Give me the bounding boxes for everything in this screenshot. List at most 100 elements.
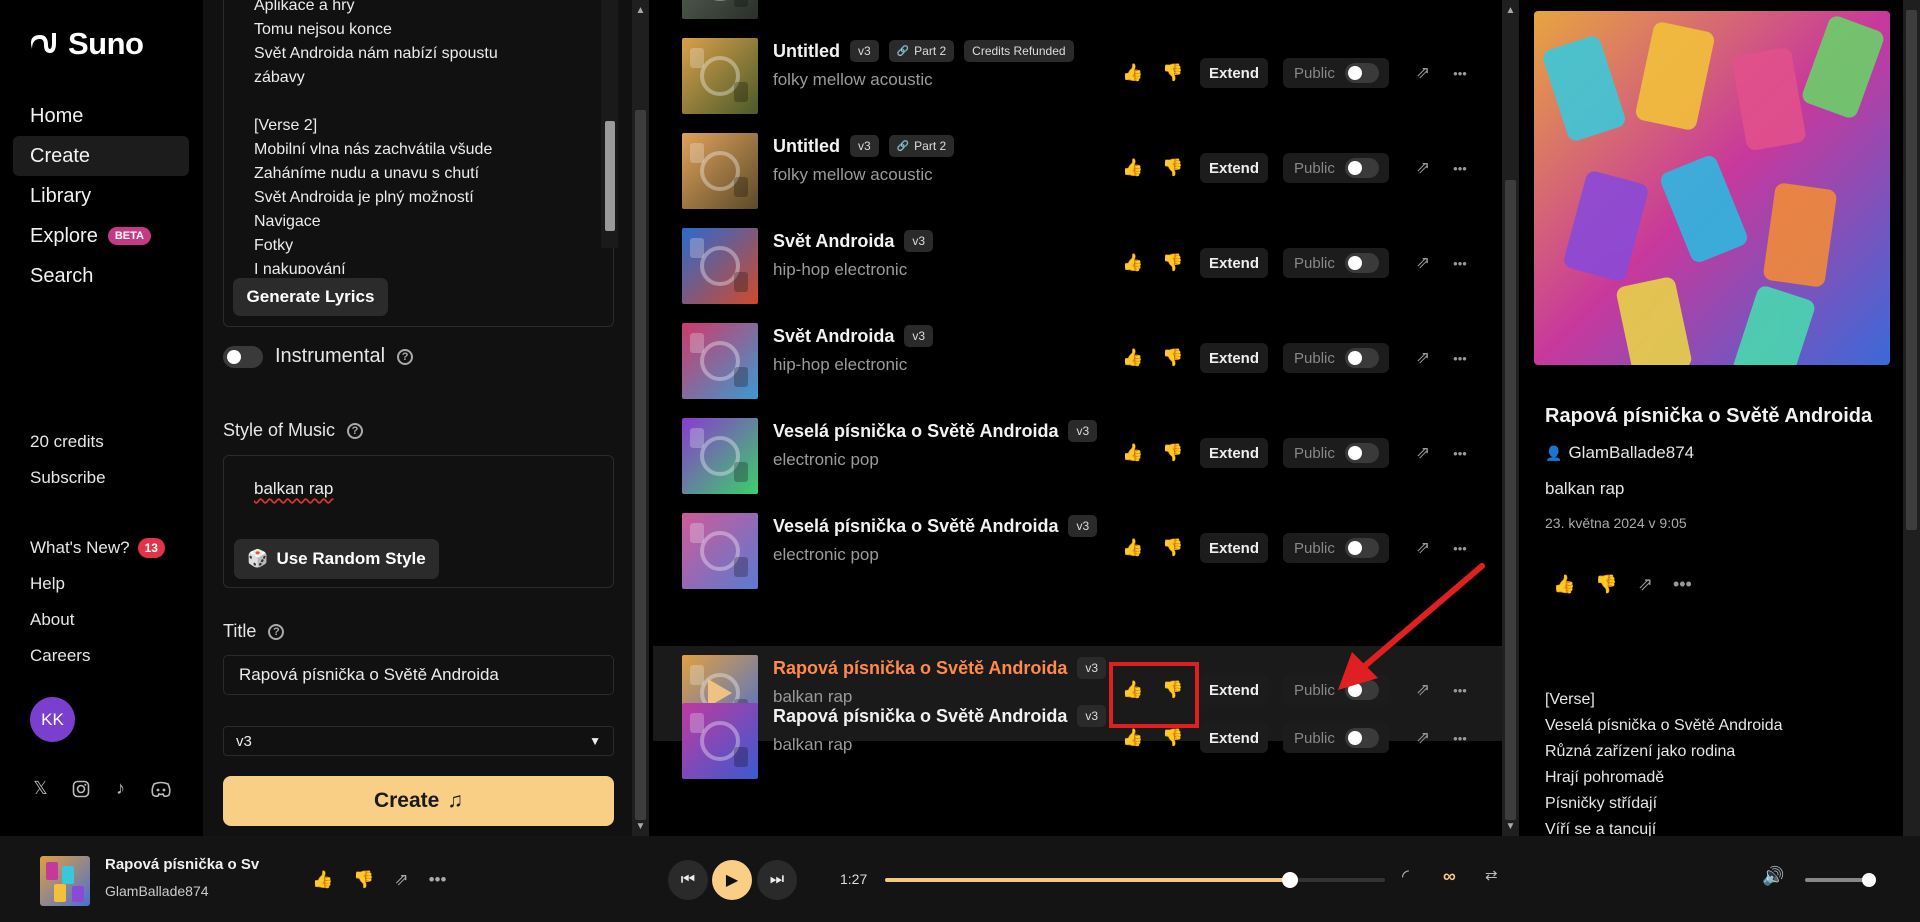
create-button[interactable]: Create ♫ (223, 776, 614, 826)
more-icon[interactable]: ••• (1673, 574, 1692, 595)
help-icon[interactable]: ? (397, 348, 414, 365)
song-row[interactable]: Untitled v3 🔗 Part 2 folky mellow acoustic 👍 👎… (653, 124, 1502, 219)
song-cover-art[interactable] (682, 418, 758, 494)
share-icon[interactable]: ⇗ (1412, 62, 1434, 84)
song-cover-art[interactable] (682, 0, 758, 19)
subscribe-link[interactable]: Subscribe (30, 468, 106, 488)
public-toggle[interactable] (1344, 63, 1379, 83)
public-toggle-group[interactable]: Public (1283, 58, 1389, 88)
progress-bar[interactable] (885, 872, 1385, 888)
thumbs-down-icon[interactable]: 👎 (1162, 252, 1184, 274)
public-toggle[interactable] (1344, 538, 1379, 558)
song-row[interactable]: Untitled v3 🔗 Part 2 Credits Refunded folky m… (653, 29, 1502, 124)
song-title[interactable]: Svět Androida (773, 231, 894, 252)
nav-search[interactable]: Search (13, 256, 189, 296)
help-icon[interactable]: ? (347, 422, 364, 439)
song-cover-art[interactable] (682, 228, 758, 304)
next-button[interactable]: ⏭ (757, 860, 797, 900)
song-title[interactable]: Veselá písnička o Světě Androida (773, 421, 1058, 442)
song-list-scroll-thumb[interactable] (1505, 180, 1516, 820)
more-icon[interactable]: ••• (1449, 157, 1471, 179)
more-icon[interactable]: ••• (429, 870, 447, 890)
song-title[interactable]: Untitled (773, 41, 840, 62)
more-icon[interactable]: ••• (1449, 62, 1471, 84)
extend-button[interactable]: Extend (1200, 153, 1268, 183)
share-icon[interactable]: ⇗ (1412, 537, 1434, 559)
extend-button[interactable]: Extend (1200, 723, 1268, 753)
share-icon[interactable]: ⇗ (1638, 574, 1653, 595)
shuffle-icon[interactable]: ⇄ (1485, 866, 1498, 884)
suno-logo[interactable]: Suno (30, 26, 144, 62)
part-tag[interactable]: 🔗 Part 2 (888, 40, 955, 62)
tiktok-icon[interactable]: ♪ (110, 778, 131, 799)
song-title[interactable]: Veselá písnička o Světě Androida (773, 516, 1058, 537)
extend-button[interactable]: Extend (1200, 343, 1268, 373)
extend-button[interactable]: Extend (1200, 248, 1268, 278)
nav-home[interactable]: Home (13, 96, 189, 136)
thumbs-up-icon[interactable]: 👍 (312, 870, 333, 890)
scroll-up-icon[interactable]: ▲ (1502, 2, 1519, 19)
song-cover-art[interactable] (682, 323, 758, 399)
detail-user[interactable]: 👤 GlamBallade874 (1545, 443, 1694, 463)
create-panel-scroll-thumb[interactable] (635, 110, 646, 820)
song-row[interactable]: Svět Androida v3 hip-hop electronic 👍 👎 Exten… (653, 219, 1502, 314)
thumbs-down-icon[interactable]: 👎 (1595, 574, 1617, 595)
song-title[interactable]: Untitled (773, 136, 840, 157)
public-toggle[interactable] (1344, 158, 1379, 178)
detail-scroll-thumb[interactable] (1906, 10, 1917, 530)
nav-create[interactable]: Create (13, 136, 189, 176)
title-input[interactable] (223, 655, 614, 695)
more-icon[interactable]: ••• (1449, 442, 1471, 464)
part-tag[interactable]: 🔗 Part 2 (888, 135, 955, 157)
player-title[interactable]: Rapová písnička o Sv (105, 856, 259, 873)
thumbs-down-icon[interactable]: 👎 (1162, 537, 1184, 559)
play-button[interactable]: ▶ (712, 860, 752, 900)
thumbs-down-icon[interactable]: 👎 (1162, 157, 1184, 179)
song-title[interactable]: Rapová písnička o Světě Androida (773, 658, 1067, 679)
x-icon[interactable]: 𝕏 (30, 778, 51, 799)
scroll-up-icon[interactable]: ▲ (632, 2, 649, 19)
public-toggle[interactable] (1344, 443, 1379, 463)
help-link[interactable]: Help (30, 566, 165, 602)
about-link[interactable]: About (30, 602, 165, 638)
more-icon[interactable]: ••• (1449, 727, 1471, 749)
song-title[interactable]: Rapová písnička o Světě Androida (773, 706, 1067, 727)
player-cover-art[interactable] (40, 856, 90, 906)
lyrics-text[interactable]: Aplikace a hry Tomu nejsou konce Svět An… (254, 0, 574, 274)
more-icon[interactable]: ••• (1449, 537, 1471, 559)
more-icon[interactable]: ••• (1449, 252, 1471, 274)
thumbs-up-icon[interactable]: 👍 (1122, 727, 1144, 749)
discord-icon[interactable] (150, 778, 171, 799)
volume-icon[interactable]: 🔊 (1762, 866, 1784, 887)
share-icon[interactable]: ⇗ (1412, 442, 1434, 464)
generate-lyrics-button[interactable]: Generate Lyrics (233, 278, 388, 316)
song-cover-art[interactable] (682, 38, 758, 114)
public-toggle[interactable] (1344, 348, 1379, 368)
share-icon[interactable]: ⇗ (1412, 347, 1434, 369)
previous-button[interactable]: ⏮ (668, 860, 708, 900)
thumbs-down-icon[interactable]: 👎 (1162, 442, 1184, 464)
public-toggle-group[interactable]: Public (1283, 248, 1389, 278)
thumbs-down-icon[interactable]: 👎 (1162, 347, 1184, 369)
help-icon[interactable]: ? (268, 623, 285, 640)
thumbs-down-icon[interactable]: 👎 (1162, 727, 1184, 749)
public-toggle-group[interactable]: Public (1283, 153, 1389, 183)
loop-icon[interactable]: ∞ (1443, 866, 1456, 887)
thumbs-down-icon[interactable]: 👎 (353, 870, 374, 890)
player-user[interactable]: GlamBallade874 (105, 883, 209, 899)
nav-explore[interactable]: Explore BETA (13, 216, 189, 256)
public-toggle-group[interactable]: Public (1283, 533, 1389, 563)
nav-library[interactable]: Library (13, 176, 189, 216)
use-random-style-button[interactable]: 🎲 Use Random Style (234, 539, 439, 579)
instrumental-toggle[interactable] (223, 345, 263, 368)
thumbs-up-icon[interactable]: 👍 (1122, 252, 1144, 274)
extend-button[interactable]: Extend (1200, 58, 1268, 88)
thumbs-up-icon[interactable]: 👍 (1553, 574, 1575, 595)
whats-new-link[interactable]: What's New? 13 (30, 530, 165, 566)
thumbs-up-icon[interactable]: 👍 (1122, 347, 1144, 369)
detail-cover-art[interactable] (1534, 11, 1890, 365)
song-cover-art[interactable] (682, 703, 758, 779)
thumbs-down-icon[interactable]: 👎 (1162, 62, 1184, 84)
extend-button[interactable]: Extend (1200, 438, 1268, 468)
volume-knob[interactable] (1862, 873, 1876, 887)
